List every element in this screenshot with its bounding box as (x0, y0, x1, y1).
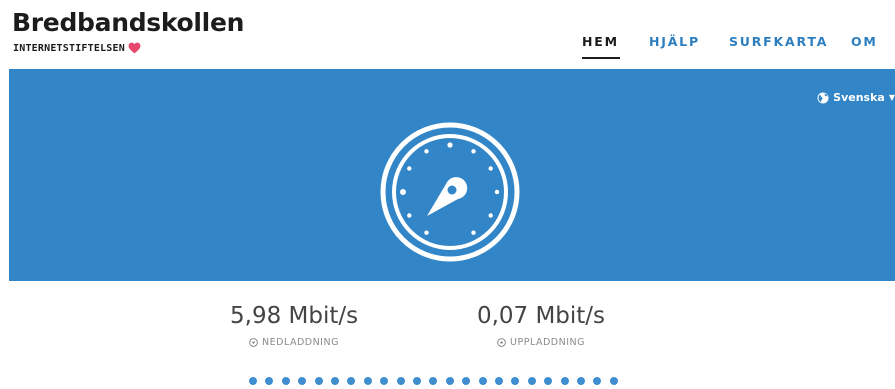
download-label-text: NEDLADDNING (262, 337, 339, 348)
download-circle-icon (249, 338, 258, 347)
download-result: 5,98 Mbit/s NEDLADDNING (230, 303, 358, 348)
progress-dot (462, 377, 471, 385)
site-logo-subtitle: INTERNETSTIFTELSEN (13, 42, 141, 54)
progress-dot (396, 377, 405, 385)
heart-icon (128, 42, 141, 54)
active-nav-indicator (582, 57, 620, 59)
language-selector[interactable]: Svenska ▼ (817, 91, 895, 104)
site-logo-title[interactable]: Bredbandskollen (12, 8, 244, 37)
progress-dot (380, 377, 389, 385)
nav-item-hem[interactable]: HEM (582, 34, 619, 49)
progress-dot (560, 377, 569, 385)
nav-item-surfkarta[interactable]: SURFKARTA (729, 34, 828, 49)
progress-dot (593, 377, 602, 385)
progress-dot (298, 377, 307, 385)
progress-dot (478, 377, 487, 385)
progress-dot (331, 377, 339, 385)
progress-dot (429, 377, 438, 385)
progress-dot (413, 377, 421, 385)
progress-indicator (249, 377, 619, 387)
upload-circle-icon (497, 338, 506, 347)
upload-result: 0,07 Mbit/s UPPLADDNING (476, 303, 606, 348)
progress-dot (495, 377, 503, 385)
progress-dot (265, 377, 274, 385)
progress-dot (347, 377, 356, 385)
speedometer-icon[interactable] (378, 120, 522, 264)
globe-icon (817, 92, 829, 103)
chevron-down-icon: ▼ (888, 93, 895, 102)
download-speed-value: 5,98 Mbit/s (230, 303, 359, 329)
progress-dot (527, 377, 536, 385)
upload-label-text: UPPLADDNING (510, 337, 585, 348)
progress-dot (609, 377, 618, 385)
nav-item-hjalp[interactable]: HJÄLP (649, 34, 700, 49)
progress-dot (511, 377, 520, 385)
logo-subtitle-text: INTERNETSTIFTELSEN (13, 42, 125, 54)
site-header: Bredbandskollen INTERNETSTIFTELSEN HEM H… (0, 0, 895, 69)
progress-dot (314, 377, 323, 385)
speed-results: 5,98 Mbit/s NEDLADDNING 0,07 Mbit/s UPPL… (0, 303, 895, 363)
nav-item-om[interactable]: OM (851, 34, 878, 49)
progress-dot (281, 377, 290, 385)
progress-dot (445, 377, 454, 385)
progress-dot (577, 377, 585, 385)
upload-speed-value: 0,07 Mbit/s (476, 303, 606, 329)
speedtest-hero: Svenska ▼ (9, 69, 895, 281)
progress-dot (544, 377, 553, 385)
language-label: Svenska (833, 91, 885, 104)
progress-dot (363, 377, 372, 385)
upload-label: UPPLADDNING (476, 337, 606, 348)
progress-dot (249, 377, 257, 385)
download-label: NEDLADDNING (230, 337, 358, 348)
